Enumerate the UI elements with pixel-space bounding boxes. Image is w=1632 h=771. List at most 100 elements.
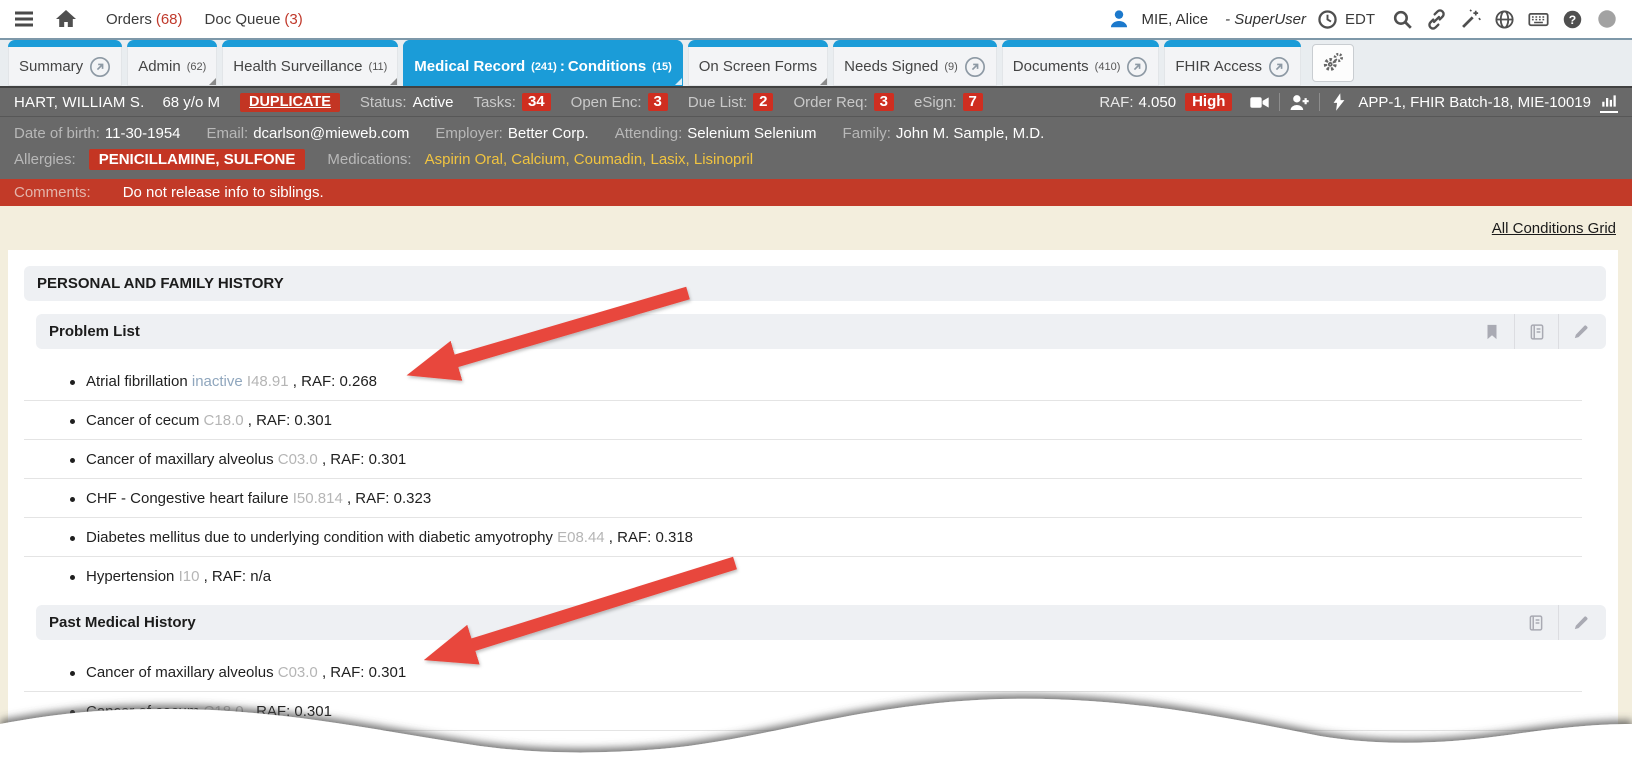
add-person-icon[interactable]	[1289, 92, 1310, 113]
topbar-right: MIE, Alice - SuperUser EDT ?	[1108, 8, 1618, 30]
demo-label: Email:	[207, 125, 249, 142]
wand-icon[interactable]	[1460, 9, 1481, 30]
condition-name[interactable]: Cancer of maxillary alveolus	[86, 664, 278, 681]
duplicate-flag[interactable]: DUPLICATE	[240, 93, 340, 112]
condition-raf: , RAF: 0.221	[119, 742, 207, 759]
stat-count-badge[interactable]: 3	[874, 93, 894, 111]
tab-summary[interactable]: Summary	[8, 40, 122, 86]
stat-count-badge[interactable]: 2	[753, 93, 773, 111]
video-camera-icon[interactable]	[1249, 92, 1270, 113]
user-name[interactable]: MIE, Alice	[1141, 11, 1208, 28]
book-icon	[1528, 323, 1546, 341]
search-icon[interactable]	[1392, 9, 1413, 30]
stat-count-badge[interactable]: 3	[648, 93, 668, 111]
demo-value: Selenium Selenium	[687, 125, 816, 142]
tab-body: On Screen Forms	[688, 47, 828, 86]
demo-field-date-of-birth: Date of birth:11-30-1954	[14, 125, 181, 142]
comments-label: Comments:	[14, 184, 91, 201]
subsection-title: Past Medical History	[49, 614, 196, 631]
topbar-link-orders[interactable]: Orders(68)	[106, 11, 183, 28]
band-icon-group	[1470, 314, 1602, 349]
corner-fold-icon	[675, 78, 682, 85]
condition-name[interactable]: Cancer of cecum	[86, 703, 204, 720]
condition-item[interactable]: I25.2 , RAF: 0.221	[24, 731, 1582, 769]
demo-field-email: Email:dcarlson@mieweb.com	[207, 125, 410, 142]
condition-name[interactable]: Atrial fibrillation	[86, 373, 192, 390]
condition-raf: , RAF: 0.323	[343, 490, 431, 507]
menu-icon[interactable]	[12, 7, 36, 31]
condition-item[interactable]: Hypertension I10 , RAF: n/a	[24, 557, 1582, 595]
condition-name[interactable]: CHF - Congestive heart failure	[86, 490, 293, 507]
tab-documents[interactable]: Documents(410)	[1002, 40, 1160, 86]
stat-count-badge[interactable]: 34	[522, 93, 551, 111]
tab-admin[interactable]: Admin(62)	[127, 40, 217, 86]
help-icon[interactable]: ?	[1562, 9, 1583, 30]
svg-text:?: ?	[1569, 12, 1576, 26]
condition-code: I50.814	[293, 490, 343, 507]
pencil-icon[interactable]	[1558, 605, 1602, 640]
topbar-link-doc-queue[interactable]: Doc Queue(3)	[205, 11, 303, 28]
book-icon[interactable]	[1514, 605, 1558, 640]
tab-separator: :	[560, 58, 565, 75]
bookmark-icon[interactable]	[1470, 314, 1514, 349]
tab-settings-button[interactable]	[1312, 44, 1354, 82]
condition-name[interactable]: Cancer of maxillary alveolus	[86, 451, 278, 468]
condition-list: Cancer of maxillary alveolus C03.0 , RAF…	[24, 653, 1582, 769]
tab-label: Needs Signed	[844, 58, 938, 75]
tab-bar: SummaryAdmin(62)Health Surveillance(11)M…	[0, 40, 1632, 86]
tabs-container: SummaryAdmin(62)Health Surveillance(11)M…	[8, 40, 1306, 86]
condition-item[interactable]: Cancer of maxillary alveolus C03.0 , RAF…	[24, 653, 1582, 692]
divider	[1319, 93, 1320, 111]
demo-field-attending: Attending:Selenium Selenium	[615, 125, 817, 142]
condition-item[interactable]: CHF - Congestive heart failure I50.814 ,…	[24, 479, 1582, 518]
tab-body: Needs Signed (9)	[833, 47, 997, 86]
lightning-bolt-icon[interactable]	[1329, 92, 1349, 112]
condition-item[interactable]: Cancer of maxillary alveolus C03.0 , RAF…	[24, 440, 1582, 479]
tab-body: Medical Record(241):Conditions(15)	[403, 47, 682, 86]
external-link-icon[interactable]	[964, 56, 986, 78]
tab-on-screen-forms[interactable]: On Screen Forms	[688, 40, 828, 86]
condition-item[interactable]: Atrial fibrillation inactive I48.91 , RA…	[24, 362, 1582, 401]
pencil-icon[interactable]	[1558, 314, 1602, 349]
patient-stat-status: Status:Active	[360, 94, 454, 111]
book-icon	[1527, 614, 1545, 632]
external-link-icon[interactable]	[89, 56, 111, 78]
keyboard-icon[interactable]	[1528, 9, 1549, 30]
medications-list[interactable]: Aspirin Oral, Calcium, Coumadin, Lasix, …	[425, 151, 753, 168]
user-role: - SuperUser	[1225, 11, 1306, 28]
tab-needs-signed[interactable]: Needs Signed (9)	[833, 40, 997, 86]
tab-count: (9)	[944, 61, 957, 73]
tab-label: On Screen Forms	[699, 58, 817, 75]
section-title: PERSONAL AND FAMILY HISTORY	[37, 275, 284, 292]
link-icon[interactable]	[1426, 9, 1447, 30]
condition-name[interactable]: Hypertension	[86, 568, 179, 585]
all-conditions-grid-link[interactable]: All Conditions Grid	[1492, 220, 1616, 237]
raf-level-badge[interactable]: High	[1185, 93, 1232, 111]
book-icon[interactable]	[1514, 314, 1558, 349]
tab-count: (241)	[531, 61, 557, 73]
bookmark-icon	[1483, 323, 1501, 341]
patient-name[interactable]: HART, WILLIAM S.	[14, 94, 144, 111]
tab-count: (11)	[369, 61, 388, 73]
tab-health-surveillance[interactable]: Health Surveillance(11)	[222, 40, 398, 86]
clock-icon[interactable]	[1317, 9, 1338, 30]
condition-item[interactable]: Diabetes mellitus due to underlying cond…	[24, 518, 1582, 557]
allergy-badge[interactable]: PENICILLAMINE, SULFONE	[89, 149, 306, 170]
tab-count: (62)	[187, 61, 207, 73]
bar-chart-icon[interactable]	[1600, 92, 1618, 113]
corner-fold-icon	[390, 78, 397, 85]
condition-name[interactable]: Diabetes mellitus due to underlying cond…	[86, 529, 557, 546]
tab-medical-record[interactable]: Medical Record(241):Conditions(15)	[403, 40, 682, 86]
condition-item[interactable]: Cancer of cecum C18.0 , RAF: 0.301	[24, 692, 1582, 731]
patient-stats: Status:ActiveTasks:34Open Enc:3Due List:…	[360, 93, 983, 111]
condition-item[interactable]: Cancer of cecum C18.0 , RAF: 0.301	[24, 401, 1582, 440]
tab-fhir-access[interactable]: FHIR Access	[1164, 40, 1301, 86]
stat-label: eSign:	[914, 94, 957, 111]
external-link-icon[interactable]	[1268, 56, 1290, 78]
globe-icon[interactable]	[1494, 9, 1515, 30]
external-link-icon[interactable]	[1126, 56, 1148, 78]
home-icon[interactable]	[54, 7, 78, 31]
timezone-label: EDT	[1345, 11, 1375, 28]
stat-count-badge[interactable]: 7	[963, 93, 983, 111]
condition-name[interactable]: Cancer of cecum	[86, 412, 204, 429]
